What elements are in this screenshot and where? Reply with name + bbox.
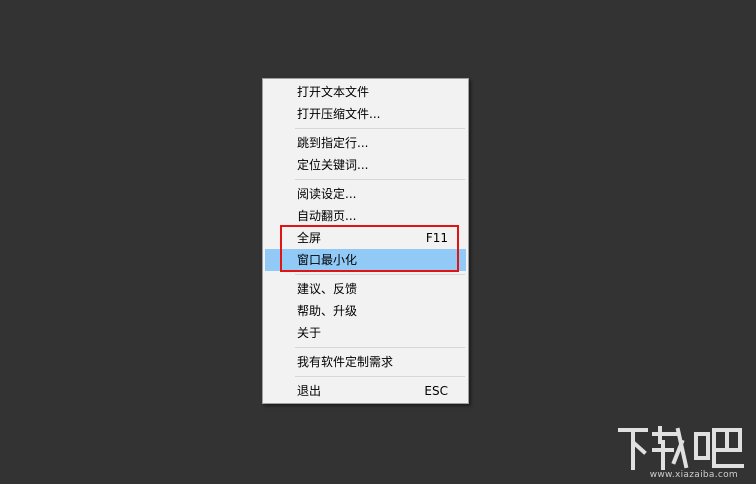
menu-item-find-keyword[interactable]: 定位关键词... (265, 154, 466, 176)
menu-separator (263, 373, 468, 380)
menu-item-minimize-window[interactable]: 窗口最小化 (265, 249, 466, 271)
menu-item-feedback[interactable]: 建议、反馈 (265, 278, 466, 300)
menu-item-label: 建议、反馈 (297, 282, 358, 296)
menu-item-shortcut: F11 (425, 231, 448, 245)
menu-item-help-upgrade[interactable]: 帮助、升级 (265, 300, 466, 322)
menu-item-label: 帮助、升级 (297, 304, 358, 318)
watermark-logo: www.xiazaiba.com (616, 422, 748, 482)
context-menu: 打开文本文件 打开压缩文件... 跳到指定行... 定位关键词... 阅读设定.… (262, 78, 469, 404)
menu-separator (263, 344, 468, 351)
menu-item-exit[interactable]: 退出 ESC (265, 380, 466, 402)
menu-item-label: 自动翻页... (297, 209, 357, 223)
menu-item-label: 定位关键词... (297, 158, 369, 172)
menu-separator (263, 271, 468, 278)
menu-item-label: 窗口最小化 (297, 253, 358, 267)
menu-separator (263, 176, 468, 183)
menu-item-label: 打开文本文件 (297, 85, 370, 99)
menu-item-label: 我有软件定制需求 (297, 355, 394, 369)
menu-item-open-archive[interactable]: 打开压缩文件... (265, 103, 466, 125)
menu-item-custom-software[interactable]: 我有软件定制需求 (265, 351, 466, 373)
desktop-background: 打开文本文件 打开压缩文件... 跳到指定行... 定位关键词... 阅读设定.… (0, 0, 756, 484)
menu-item-label: 跳到指定行... (297, 136, 369, 150)
menu-separator (263, 125, 468, 132)
menu-item-goto-line[interactable]: 跳到指定行... (265, 132, 466, 154)
menu-item-reading-settings[interactable]: 阅读设定... (265, 183, 466, 205)
menu-item-shortcut: ESC (424, 384, 448, 398)
menu-item-about[interactable]: 关于 (265, 322, 466, 344)
menu-item-label: 退出 (297, 384, 322, 398)
menu-item-auto-page-turn[interactable]: 自动翻页... (265, 205, 466, 227)
menu-item-label: 关于 (297, 326, 322, 340)
menu-item-fullscreen[interactable]: 全屏 F11 (265, 227, 466, 249)
menu-item-open-text-file[interactable]: 打开文本文件 (265, 81, 466, 103)
menu-item-label: 全屏 (297, 231, 322, 245)
menu-item-label: 打开压缩文件... (297, 107, 381, 121)
menu-item-label: 阅读设定... (297, 187, 357, 201)
watermark-url: www.xiazaiba.com (649, 470, 738, 480)
